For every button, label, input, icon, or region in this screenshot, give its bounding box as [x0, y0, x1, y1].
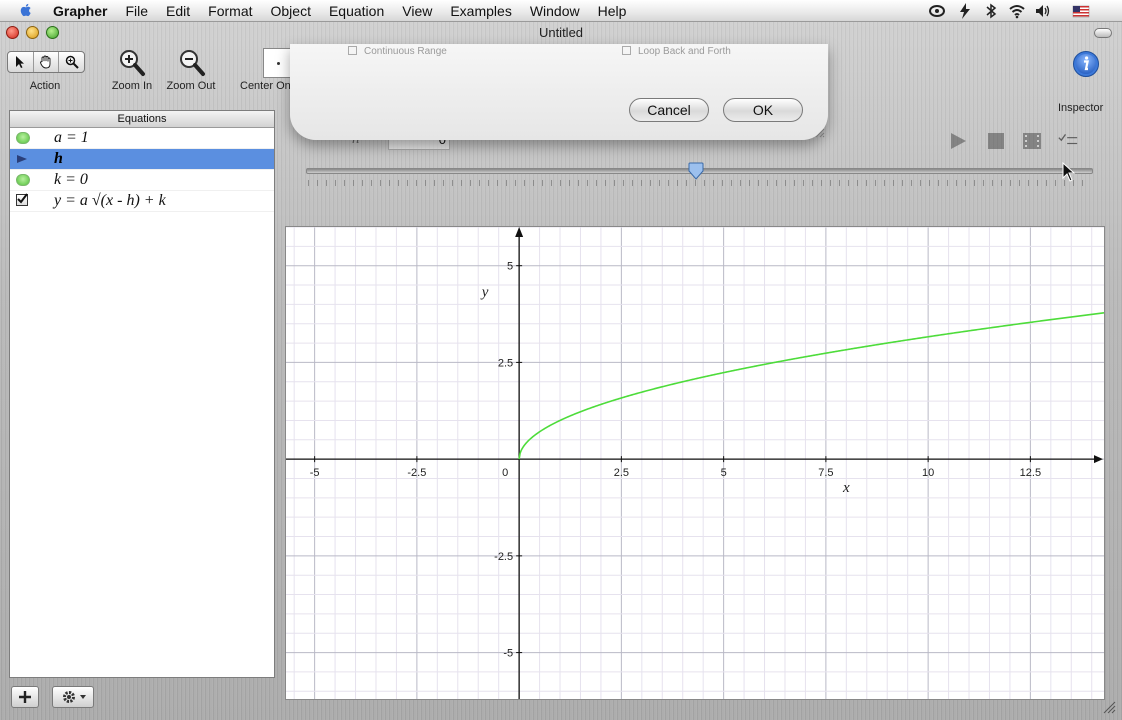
x-axis-arrow	[1094, 455, 1103, 464]
equation-h-text: h	[54, 150, 63, 167]
wifi-icon[interactable]	[1008, 3, 1026, 19]
menu-file[interactable]: File	[125, 0, 148, 22]
stop-icon[interactable]	[986, 132, 1006, 150]
gear-icon	[63, 691, 86, 703]
menu-view[interactable]: View	[402, 0, 432, 22]
magnifier-icon	[65, 55, 79, 69]
menu-app-name[interactable]: Grapher	[53, 0, 107, 22]
green-dot-icon[interactable]	[16, 174, 30, 186]
action-label: Action	[29, 80, 61, 92]
ok-button[interactable]: OK	[723, 98, 803, 122]
plus-icon	[19, 691, 31, 703]
visibility-checkbox[interactable]	[16, 193, 28, 206]
network-icon[interactable]	[928, 3, 946, 19]
x-tick-label: 10	[922, 467, 934, 479]
y-axis-arrow	[515, 227, 524, 237]
slider-knob[interactable]	[688, 162, 704, 180]
x-tick-label: 12.5	[1020, 467, 1041, 479]
menu-help[interactable]: Help	[598, 0, 627, 22]
x-tick-label: -2.5	[407, 467, 426, 479]
hand-icon	[40, 55, 51, 69]
toolbar-toggle-button[interactable]	[1094, 28, 1112, 38]
checkmark-icon	[17, 193, 28, 204]
x-tick-label: 7.5	[818, 467, 833, 479]
menu-equation[interactable]: Equation	[329, 0, 384, 22]
zoom-in-label: Zoom In	[111, 80, 153, 92]
x-tick-label: -5	[310, 467, 320, 479]
menu-object[interactable]: Object	[271, 0, 311, 22]
menu-window[interactable]: Window	[530, 0, 580, 22]
y-tick-label: 5	[507, 261, 513, 273]
window-resize-grip-icon[interactable]	[1102, 700, 1116, 714]
title-bar: Untitled	[0, 22, 1122, 44]
x-tick-label: 0	[502, 467, 508, 479]
menu-format[interactable]: Format	[208, 0, 252, 22]
arrow-pointer-icon	[16, 56, 25, 68]
grapher-window: Untitled Action Zoom In Zoom Out Center …	[0, 22, 1122, 720]
zoom-out-label: Zoom Out	[166, 80, 216, 92]
equation-row-h[interactable]: h	[10, 149, 274, 170]
add-equation-button[interactable]	[11, 686, 39, 708]
center-on-button[interactable]	[263, 48, 293, 78]
y-tick-label: -5	[503, 648, 513, 660]
action-segmented-control	[7, 51, 85, 73]
volume-icon[interactable]	[1034, 3, 1052, 19]
play-triangle-icon[interactable]	[16, 154, 28, 164]
equations-panel: Equations a = 1 h k = 0 y = a √(x - h) +…	[9, 110, 275, 678]
equation-row-y[interactable]: y = a √(x - h) + k	[10, 191, 274, 212]
mouse-cursor-icon	[1062, 162, 1076, 182]
zoom-tool[interactable]	[59, 52, 84, 72]
sheet-resize-grip-icon[interactable]	[815, 128, 825, 138]
y-axis-label: y	[480, 285, 489, 301]
hand-tool[interactable]	[34, 52, 60, 72]
film-icon[interactable]	[1022, 132, 1042, 150]
equation-a-text: a = 1	[54, 129, 89, 146]
inspector-info-icon[interactable]	[1072, 50, 1100, 78]
y-tick-label: -2.5	[494, 551, 513, 563]
zoom-out-icon[interactable]	[178, 48, 206, 78]
window-title: Untitled	[538, 25, 584, 40]
pointer-tool[interactable]	[8, 52, 34, 72]
equation-row-k[interactable]: k = 0	[10, 170, 274, 191]
equation-k-text: k = 0	[54, 171, 88, 188]
menu-examples[interactable]: Examples	[450, 0, 511, 22]
continuous-range-label: Continuous Range	[364, 46, 447, 57]
play-icon[interactable]	[948, 132, 968, 150]
y-tick-label: 2.5	[498, 357, 513, 369]
green-dot-icon[interactable]	[16, 132, 30, 144]
apple-menu-icon[interactable]	[18, 2, 34, 18]
x-tick-label: 2.5	[614, 467, 629, 479]
cancel-button[interactable]: Cancel	[629, 98, 709, 122]
equation-y-text: y = a √(x - h) + k	[54, 192, 166, 209]
x-tick-label: 5	[721, 467, 727, 479]
us-flag-icon[interactable]	[1072, 3, 1090, 19]
menu-edit[interactable]: Edit	[166, 0, 190, 22]
continuous-range-checkbox[interactable]	[348, 46, 357, 55]
graph-view[interactable]: -5 -2.5 0 2.5 5 7.5 10 12.5 5 2.5 -2.5 -5 x y	[285, 226, 1105, 700]
slider-ticks	[308, 180, 1088, 186]
graph-canvas[interactable]: -5 -2.5 0 2.5 5 7.5 10 12.5 5 2.5 -2.5 -5 x y	[286, 227, 1104, 699]
function-curve	[518, 312, 1104, 460]
menu-bar: Grapher File Edit Format Object Equation…	[0, 0, 1122, 22]
x-axis-label: x	[842, 480, 850, 496]
bolt-icon[interactable]	[956, 3, 974, 19]
bluetooth-icon[interactable]	[982, 3, 1000, 19]
inspector-label: Inspector	[1058, 102, 1104, 114]
equation-row-a[interactable]: a = 1	[10, 128, 274, 149]
loop-label: Loop Back and Forth	[638, 46, 731, 57]
animate-sheet: Continuous Range Loop Back and Forth Can…	[290, 44, 828, 140]
equations-header: Equations	[10, 111, 274, 128]
status-area	[922, 0, 1122, 22]
action-menu-button[interactable]	[52, 686, 94, 708]
loop-checkbox[interactable]	[622, 46, 631, 55]
options-checklist-icon[interactable]	[1058, 132, 1078, 150]
zoom-in-icon[interactable]	[118, 48, 146, 78]
